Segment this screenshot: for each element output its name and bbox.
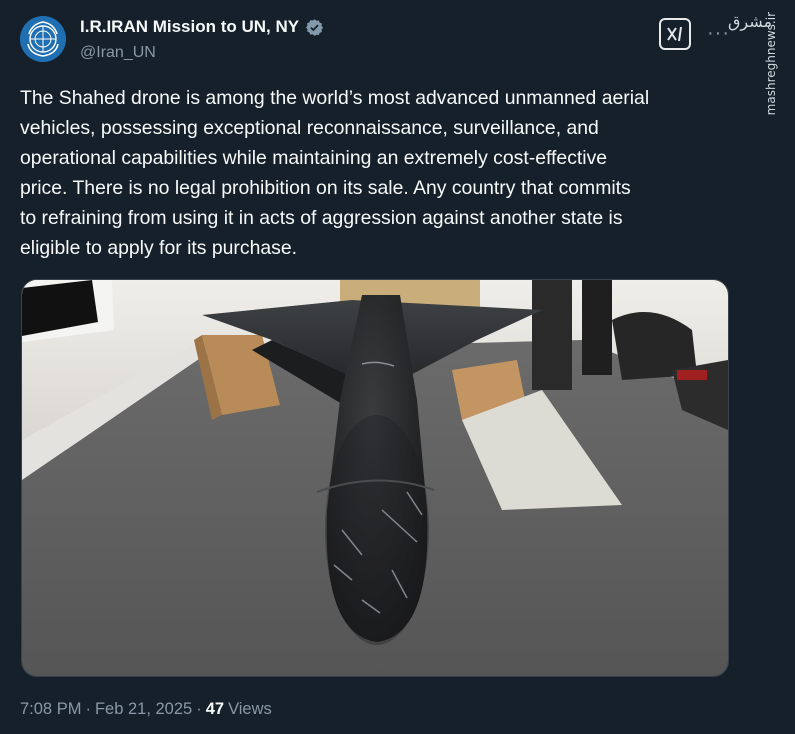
views-label: Views <box>228 700 272 718</box>
tweet-media[interactable] <box>21 279 729 677</box>
grok-button[interactable] <box>659 18 691 50</box>
un-emblem-icon <box>20 16 66 62</box>
verified-badge-icon <box>306 18 324 36</box>
tweet-text: The Shahed drone is among the world’s mo… <box>20 87 650 259</box>
meta-separator: · <box>196 700 202 718</box>
grok-icon <box>667 26 682 42</box>
tweet: I.R.IRAN Mission to UN, NY @Iran_UN ··· … <box>0 0 795 734</box>
tweet-meta: 7:08 PM · Feb 21, 2025 · 47 Views <box>20 700 272 719</box>
avatar[interactable] <box>20 16 66 62</box>
watermark-site: mashreghnews.ir <box>764 12 778 116</box>
handle[interactable]: @Iran_UN <box>80 44 156 62</box>
more-options-button[interactable]: ··· <box>707 22 730 45</box>
name-row: I.R.IRAN Mission to UN, NY <box>80 17 324 37</box>
views-count: 47 <box>205 700 225 718</box>
tweet-date[interactable]: Feb 21, 2025 <box>95 700 192 719</box>
drone-photo <box>22 280 728 676</box>
display-name[interactable]: I.R.IRAN Mission to UN, NY <box>80 17 299 37</box>
meta-separator: · <box>85 700 91 718</box>
tweet-time[interactable]: 7:08 PM <box>20 700 81 719</box>
